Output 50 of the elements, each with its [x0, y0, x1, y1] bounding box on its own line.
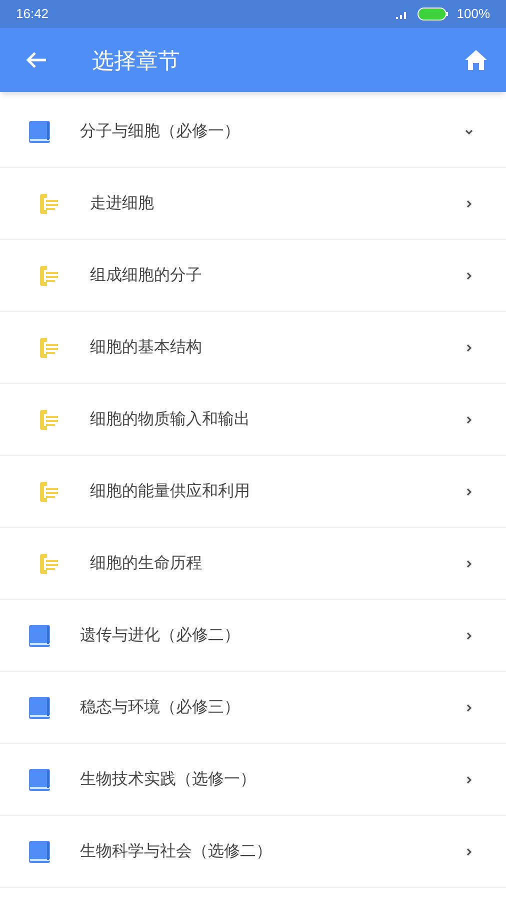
chapter-title: 组成细胞的分子 — [90, 266, 202, 286]
document-icon — [38, 480, 60, 504]
chapter-row[interactable]: 组成细胞的分子 — [0, 240, 506, 312]
book-icon — [28, 840, 52, 864]
book-icon — [28, 768, 52, 792]
chapter-row[interactable]: 细胞的物质输入和输出 — [0, 384, 506, 456]
section-title: 遗传与进化（必修二） — [80, 626, 240, 646]
document-icon — [38, 192, 60, 216]
chevron-right-icon — [464, 414, 474, 424]
chapter-row[interactable]: 细胞的能量供应和利用 — [0, 456, 506, 528]
chapter-title: 细胞的基本结构 — [90, 338, 202, 358]
section-row[interactable]: 生物技术实践（选修一） — [0, 744, 506, 816]
section-title: 分子与细胞（必修一） — [80, 122, 240, 142]
chapter-title: 细胞的能量供应和利用 — [90, 482, 250, 502]
section-row[interactable]: 分子与细胞（必修一） — [0, 96, 506, 168]
chevron-right-icon — [464, 630, 474, 640]
chapter-row[interactable]: 走进细胞 — [0, 168, 506, 240]
chevron-right-icon — [464, 342, 474, 352]
section-row[interactable]: 生物科学与社会（选修二） — [0, 816, 506, 888]
document-icon — [38, 552, 60, 576]
section-title: 生物科学与社会（选修二） — [80, 842, 272, 862]
document-icon — [38, 408, 60, 432]
chapter-title: 细胞的生命历程 — [90, 554, 202, 574]
chevron-right-icon — [464, 486, 474, 496]
signal-icon — [394, 9, 409, 19]
chapter-row[interactable]: 细胞的生命历程 — [0, 528, 506, 600]
section-row[interactable]: 遗传与进化（必修二） — [0, 600, 506, 672]
chevron-right-icon — [464, 702, 474, 712]
chapter-title: 细胞的物质输入和输出 — [90, 410, 250, 430]
book-icon — [28, 120, 52, 144]
section-title: 生物技术实践（选修一） — [80, 770, 256, 790]
chevron-right-icon — [464, 198, 474, 208]
section-title: 稳态与环境（必修三） — [80, 698, 240, 718]
chevron-right-icon — [464, 774, 474, 784]
home-icon — [464, 49, 488, 71]
chevron-right-icon — [464, 558, 474, 568]
book-icon — [28, 696, 52, 720]
book-icon — [28, 624, 52, 648]
battery-text: 100% — [456, 5, 490, 24]
document-icon — [38, 264, 60, 288]
document-icon — [38, 336, 60, 360]
page-title: 选择章节 — [92, 46, 180, 74]
chevron-right-icon — [464, 270, 474, 280]
back-arrow-icon — [25, 51, 47, 69]
chapter-row[interactable]: 细胞的基本结构 — [0, 312, 506, 384]
clock-text: 16:42 — [16, 5, 49, 24]
section-row[interactable]: 稳态与环境（必修三） — [0, 672, 506, 744]
chevron-right-icon — [464, 846, 474, 856]
battery-icon — [416, 7, 449, 21]
chapter-title: 走进细胞 — [90, 194, 154, 214]
